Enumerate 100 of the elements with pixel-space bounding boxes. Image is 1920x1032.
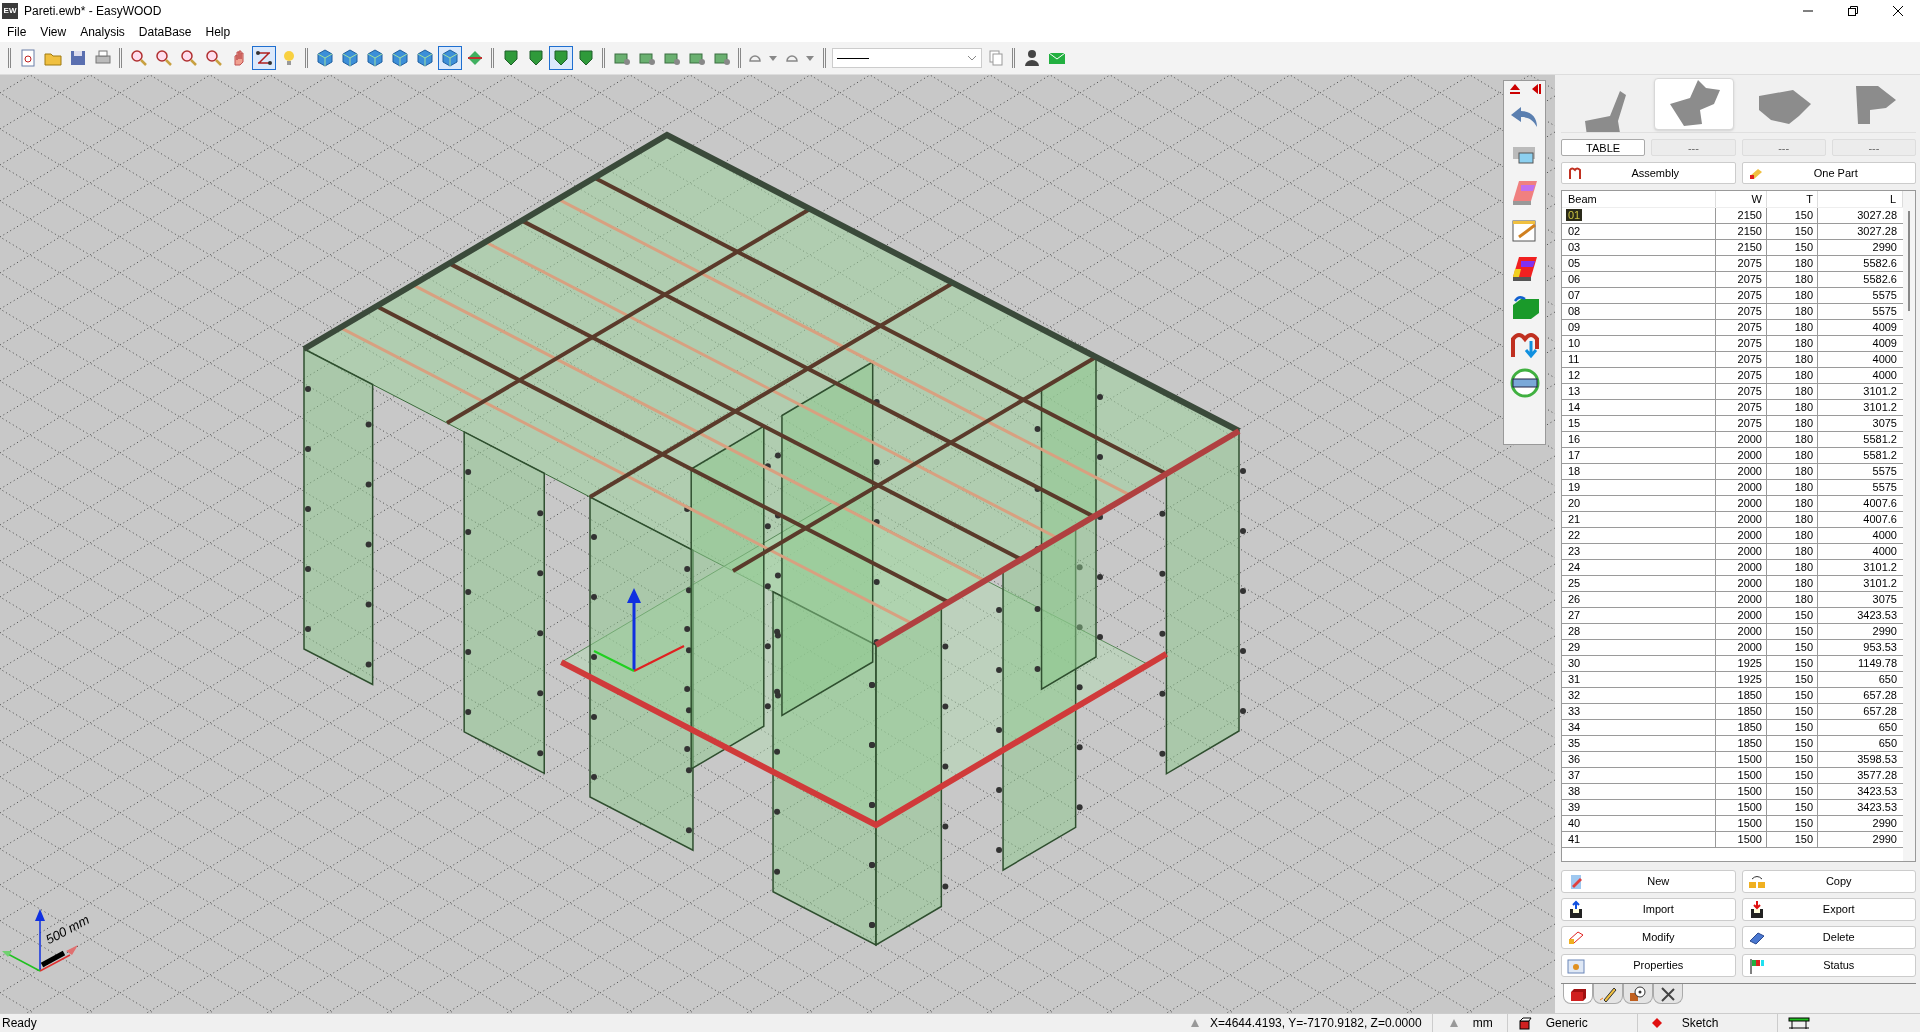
table-row[interactable]: 20 2000 180 4007.6 xyxy=(1562,496,1903,512)
table-cell-text: 33 xyxy=(1567,705,1582,717)
table-row[interactable]: 24 2000 180 3101.2 xyxy=(1562,560,1903,576)
table-cell-text: 02 xyxy=(1567,225,1582,237)
table-cell: 2000 xyxy=(1716,576,1767,591)
table-row[interactable]: 23 2000 180 4000 xyxy=(1562,544,1903,560)
update-icon[interactable] xyxy=(1508,367,1541,399)
table-cell: 180 xyxy=(1767,304,1818,319)
table-row[interactable]: 26 2000 180 3075 xyxy=(1562,592,1903,608)
table-row[interactable]: 28 2000 150 2990 xyxy=(1562,624,1903,640)
table-row[interactable]: 37 1500 150 3577.28 xyxy=(1562,768,1903,784)
table-row[interactable]: 19 2000 180 5575 xyxy=(1562,480,1903,496)
table-row[interactable]: 05 2075 180 5582.6 xyxy=(1562,256,1903,272)
action-button[interactable]: Delete xyxy=(1741,926,1916,949)
toolbar-button[interactable] xyxy=(251,46,276,70)
table-row[interactable]: 11 2075 180 4000 xyxy=(1562,352,1903,368)
table-cell: 2075 xyxy=(1716,304,1767,319)
table-row[interactable]: 15 2075 180 3075 xyxy=(1562,416,1903,432)
column-header[interactable]: T xyxy=(1767,191,1818,207)
table-cell: 2000 xyxy=(1716,528,1767,543)
table-row[interactable]: 32 1850 150 657.28 xyxy=(1562,688,1903,704)
toolbar-button[interactable] xyxy=(548,46,573,70)
eject-icon[interactable] xyxy=(1508,83,1521,95)
table-row[interactable]: 27 2000 150 3423.53 xyxy=(1562,608,1903,624)
table-cell: 1500 xyxy=(1716,816,1767,831)
tool-tab[interactable] xyxy=(1593,984,1623,1004)
table-row[interactable]: 22 2000 180 4000 xyxy=(1562,528,1903,544)
action-button[interactable]: Modify xyxy=(1561,926,1736,949)
material-text: Generic xyxy=(1545,1014,1638,1032)
table-cell-text: 3101.2 xyxy=(1862,560,1898,575)
table-cell-text: 657.28 xyxy=(1862,688,1898,703)
action-button[interactable]: Status xyxy=(1741,954,1916,977)
table-cell-text: 23 xyxy=(1567,545,1582,557)
table-row[interactable]: 31 1925 150 650 xyxy=(1562,672,1903,688)
table-row[interactable]: 08 2075 180 5575 xyxy=(1562,304,1903,320)
table-row[interactable]: 35 1850 150 650 xyxy=(1562,736,1903,752)
mode-button[interactable]: Assembly xyxy=(1561,162,1736,184)
menu-item[interactable]: File xyxy=(0,23,34,41)
table-row[interactable]: 14 2075 180 3101.2 xyxy=(1562,400,1903,416)
close-icon xyxy=(1892,6,1903,16)
table-row[interactable]: 02 2150 150 3027.28 xyxy=(1562,224,1903,240)
panel-tab[interactable]: --- xyxy=(1651,139,1736,156)
action-button[interactable]: Copy xyxy=(1741,870,1916,893)
table-row[interactable]: 03 2150 150 2990 xyxy=(1562,240,1903,256)
table-row[interactable]: 41 1500 150 2990 xyxy=(1562,832,1903,848)
scrollbar[interactable] xyxy=(1903,191,1915,861)
table-cell: 2075 xyxy=(1716,368,1767,383)
table-row[interactable]: 07 2075 180 5575 xyxy=(1562,288,1903,304)
tool-tab[interactable] xyxy=(1623,984,1653,1004)
table-row[interactable]: 01 2150 150 3027.28 xyxy=(1562,208,1903,224)
move-gizmo-icon xyxy=(593,588,685,672)
table-row[interactable]: 10 2075 180 4009 xyxy=(1562,336,1903,352)
table-cell-text: 650 xyxy=(1877,720,1898,735)
table-row[interactable]: 18 2000 180 5575 xyxy=(1562,464,1903,480)
action-button[interactable]: Import xyxy=(1561,898,1736,921)
menu-item[interactable]: Analysis xyxy=(73,23,132,41)
table-row[interactable]: 25 2000 180 3101.2 xyxy=(1562,576,1903,592)
menu-item[interactable]: View xyxy=(33,23,74,41)
part-view-tab[interactable] xyxy=(1654,77,1735,130)
table-row[interactable]: 38 1500 150 3423.53 xyxy=(1562,784,1903,800)
action-button[interactable]: Properties xyxy=(1561,954,1736,977)
table-row[interactable]: 17 2000 180 5581.2 xyxy=(1562,448,1903,464)
app-logo: EW xyxy=(2,3,18,19)
tool-tab[interactable] xyxy=(1563,984,1593,1004)
triangle-icon xyxy=(1190,1018,1200,1028)
table-cell-text: 5581.2 xyxy=(1862,448,1898,463)
table-row[interactable]: 09 2075 180 4009 xyxy=(1562,320,1903,336)
action-button[interactable]: Export xyxy=(1741,898,1916,921)
table-cell: 150 xyxy=(1767,800,1818,815)
panel-tab[interactable]: --- xyxy=(1741,139,1826,156)
table-row[interactable]: 16 2000 180 5581.2 xyxy=(1562,432,1903,448)
table-row[interactable]: 12 2075 180 4000 xyxy=(1562,368,1903,384)
table-row[interactable]: 33 1850 150 657.28 xyxy=(1562,704,1903,720)
table-row[interactable]: 39 1500 150 3423.53 xyxy=(1562,800,1903,816)
menu-item[interactable]: DataBase xyxy=(131,23,199,41)
tool-tab[interactable] xyxy=(1653,984,1683,1004)
table-row[interactable]: 30 1925 150 1149.78 xyxy=(1562,656,1903,672)
cube-icon xyxy=(439,48,460,68)
table-row[interactable]: 29 2000 150 953.53 xyxy=(1562,640,1903,656)
table-cell: 1500 xyxy=(1716,768,1767,783)
table-row[interactable]: 21 2000 180 4007.6 xyxy=(1562,512,1903,528)
3d-viewport[interactable]: 500 mm xyxy=(0,75,1555,1013)
column-header[interactable]: W xyxy=(1716,191,1767,207)
table-cell-text: 4007.6 xyxy=(1862,512,1898,527)
toolbar-button[interactable] xyxy=(437,46,462,70)
table-row[interactable]: 06 2075 180 5582.6 xyxy=(1562,272,1903,288)
action-button[interactable]: New xyxy=(1561,870,1736,893)
panel-tab[interactable]: TABLE xyxy=(1561,139,1646,156)
mode-button[interactable]: One Part xyxy=(1741,162,1916,184)
table-row[interactable]: 36 1500 150 3598.53 xyxy=(1562,752,1903,768)
menu-item[interactable]: Help xyxy=(198,23,238,41)
table-row[interactable]: 40 1500 150 2990 xyxy=(1562,816,1903,832)
column-header[interactable]: Beam xyxy=(1562,191,1716,207)
zoom-icon xyxy=(178,48,199,68)
panel-tab[interactable]: --- xyxy=(1831,139,1916,156)
table-row[interactable]: 13 2075 180 3101.2 xyxy=(1562,384,1903,400)
table-cell-text: 4000 xyxy=(1871,528,1898,543)
table-cell-text: 40 xyxy=(1567,817,1582,829)
table-cell: 1925 xyxy=(1716,656,1767,671)
table-row[interactable]: 34 1850 150 650 xyxy=(1562,720,1903,736)
